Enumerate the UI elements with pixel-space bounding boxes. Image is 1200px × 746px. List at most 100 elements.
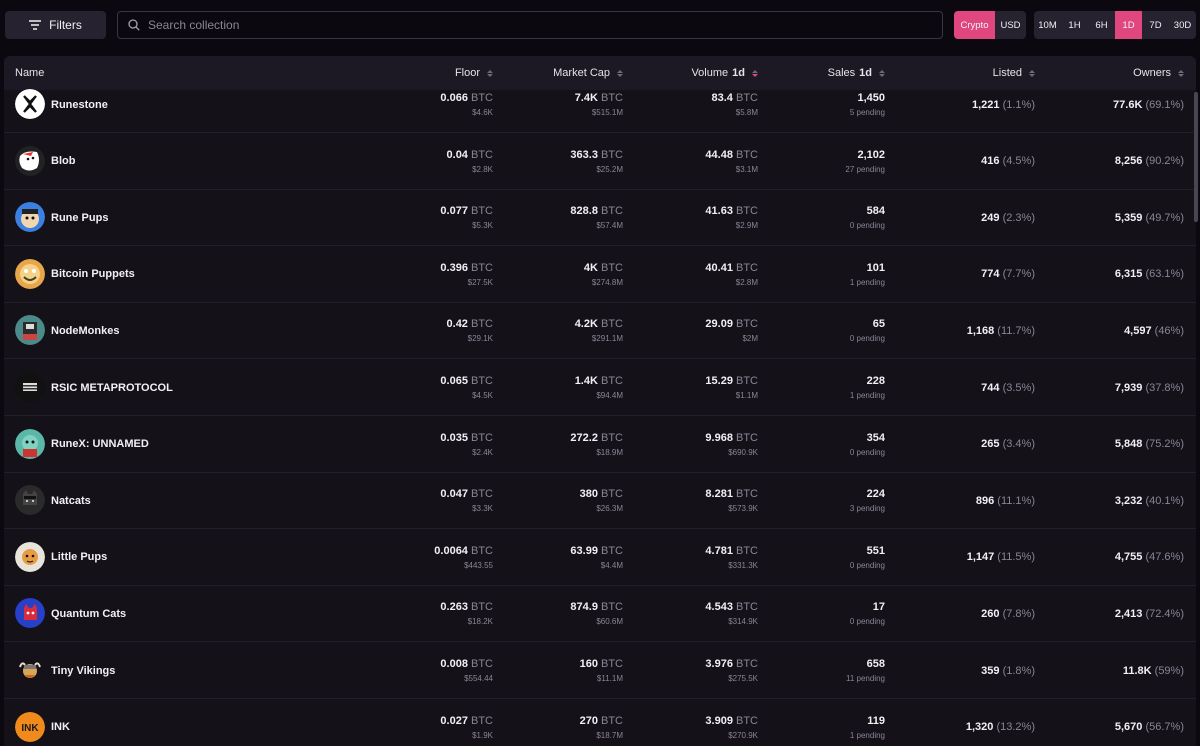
table-row[interactable]: Quantum Cats 0.263 BTC $18.2K 874.9 BTC $60.… — [4, 585, 1196, 643]
time-range-toggle: 10M 1H 6H 1D 7D 30D — [1034, 11, 1196, 39]
floor-usd: $4.6K — [472, 108, 493, 117]
volume-unit: BTC — [736, 375, 758, 387]
market-cap-unit: BTC — [601, 544, 623, 557]
listed-percent: (1.8%) — [1002, 664, 1035, 677]
volume-cell: 4.781 BTC $331.3K — [705, 529, 758, 586]
table-row[interactable]: NodeMonkes 0.42 BTC $29.1K 4.2K BTC $291.1M 2… — [4, 302, 1196, 360]
pending-count: 0 pending — [849, 221, 885, 231]
table-row[interactable]: Natcats 0.047 BTC $3.3K 380 BTC $26.3M 8.281 … — [4, 472, 1196, 530]
collection-name[interactable]: Tiny Vikings — [51, 642, 115, 699]
table-row[interactable]: Runestone 0.066 BTC $4.6K 7.4K BTC $515.1M 83… — [4, 76, 1196, 133]
table-row[interactable]: RuneX: UNNAMED 0.035 BTC $2.4K 272.2 BTC $18… — [4, 416, 1196, 473]
volume-cell: 3.909 BTC $270.9K — [705, 699, 758, 746]
volume-cell: 9.968 BTC $690.9K — [705, 416, 758, 473]
collection-name[interactable]: Bitcoin Puppets — [51, 246, 135, 303]
floor-usd: $27.5K — [467, 277, 493, 287]
volume-usd: $275.5K — [728, 674, 758, 683]
market-cap-cell: 272.2 BTC $18.9M — [570, 416, 623, 473]
listed-value: 896 — [975, 494, 995, 507]
collection-name[interactable]: NodeMonkes — [51, 302, 119, 359]
floor-usd: $5.3K — [472, 221, 493, 231]
collection-name[interactable]: RuneX: UNNAMED — [51, 416, 149, 473]
floor-cell: 0.42 BTC $29.1K — [447, 302, 493, 359]
currency-option-crypto[interactable]: Crypto — [954, 11, 995, 39]
volume-unit: BTC — [736, 205, 758, 218]
floor-usd: $2.4K — [472, 447, 493, 457]
time-option-10m[interactable]: 10M — [1034, 11, 1061, 39]
table-row[interactable]: Rune Pups 0.077 BTC $5.3K 828.8 BTC $57.4M 41… — [4, 189, 1196, 247]
pending-count: 1 pending — [849, 277, 885, 287]
currency-option-usd[interactable]: USD — [995, 11, 1026, 39]
listed-cell: 1,168 (11.7%) — [967, 302, 1035, 359]
time-option-1h[interactable]: 1H — [1061, 11, 1088, 39]
table-row[interactable]: INK INK 0.027 BTC $1.9K 270 BTC $18.7M 3.909 B… — [4, 699, 1196, 746]
listed-value: 1,147 — [966, 551, 995, 564]
time-option-1d[interactable]: 1D — [1115, 11, 1142, 39]
floor-unit: BTC — [471, 148, 493, 161]
collection-name[interactable]: Natcats — [51, 472, 91, 529]
table-row[interactable]: Blob 0.04 BTC $2.8K 363.3 BTC $25.2M 44.48 BT… — [4, 133, 1196, 190]
floor-cell: 0.263 BTC $18.2K — [440, 585, 493, 642]
owners-value: 77.6K — [1113, 98, 1143, 111]
market-cap-cell: 363.3 BTC $25.2M — [570, 133, 623, 190]
market-cap-unit: BTC — [601, 714, 623, 727]
filters-button[interactable]: Filters — [5, 11, 106, 39]
market-cap-cell: 828.8 BTC $57.4M — [570, 189, 623, 246]
search-box[interactable] — [117, 11, 943, 39]
listed-value: 260 — [981, 607, 1000, 620]
sales-cell: 1,450 5 pending — [850, 76, 885, 133]
collection-name[interactable]: Little Pups — [51, 529, 107, 586]
volume-cell: 4.543 BTC $314.9K — [705, 585, 758, 642]
floor-value: 0.047 — [440, 488, 468, 501]
table-row[interactable]: Tiny Vikings 0.008 BTC $554.44 160 BTC $11.1… — [4, 642, 1196, 699]
owners-value: 3,232 — [1114, 494, 1143, 507]
floor-cell: 0.027 BTC $1.9K — [440, 699, 493, 746]
sales-value: 224 — [866, 488, 885, 501]
volume-value: 8.281 — [705, 488, 733, 501]
listed-value: 1,221 — [972, 98, 1000, 111]
collection-name[interactable]: Runestone — [51, 76, 108, 133]
volume-unit: BTC — [736, 601, 758, 614]
listed-cell: 774 (7.7%) — [981, 246, 1035, 303]
owners-value: 4,597 — [1124, 324, 1152, 337]
market-cap-usd: $274.8M — [591, 277, 623, 287]
volume-cell: 40.41 BTC $2.8M — [705, 246, 758, 303]
volume-cell: 29.09 BTC $2M — [705, 302, 758, 359]
time-option-7d[interactable]: 7D — [1142, 11, 1169, 39]
collection-name[interactable]: Quantum Cats — [51, 585, 126, 642]
volume-unit: BTC — [736, 148, 758, 161]
owners-percent: (75.2%) — [1145, 438, 1184, 451]
floor-usd: $29.1K — [467, 334, 493, 344]
time-option-6h[interactable]: 6H — [1088, 11, 1115, 39]
owners-percent: (47.6%) — [1145, 551, 1184, 564]
volume-value: 83.4 — [711, 92, 733, 104]
market-cap-usd: $4.4M — [600, 560, 623, 570]
market-cap-value: 1.4K — [574, 375, 598, 387]
market-cap-value: 160 — [579, 658, 598, 670]
pending-count: 0 pending — [849, 334, 885, 344]
floor-value: 0.065 — [440, 375, 468, 387]
currency-toggle: Crypto USD — [954, 11, 1026, 39]
scrollbar[interactable] — [1194, 92, 1198, 222]
sales-value: 1,450 — [857, 92, 885, 104]
search-input[interactable] — [148, 18, 928, 32]
listed-cell: 1,320 (13.2%) — [966, 699, 1035, 746]
collection-name[interactable]: Blob — [51, 133, 75, 190]
listed-value: 1,320 — [965, 721, 994, 734]
table-row[interactable]: RSIC METAPROTOCOL 0.065 BTC $4.5K 1.4K BTC $… — [4, 359, 1196, 416]
collection-name[interactable]: INK — [51, 699, 70, 746]
table-row[interactable]: Little Pups 0.0064 BTC $443.55 63.99 BTC $4.… — [4, 529, 1196, 586]
collection-name[interactable]: Rune Pups — [51, 189, 108, 246]
market-cap-unit: BTC — [601, 205, 623, 218]
floor-value: 0.263 — [440, 601, 468, 614]
floor-cell: 0.077 BTC $5.3K — [440, 189, 493, 246]
owners-percent: (72.4%) — [1145, 607, 1184, 620]
time-option-30d[interactable]: 30D — [1169, 11, 1196, 39]
owners-cell: 7,939 (37.8%) — [1115, 359, 1184, 416]
volume-cell: 83.4 BTC $5.8M — [712, 76, 758, 133]
collection-name[interactable]: RSIC METAPROTOCOL — [51, 359, 173, 416]
listed-cell: 1,147 (11.5%) — [967, 529, 1035, 586]
volume-value: 3.909 — [705, 714, 733, 727]
volume-unit: BTC — [736, 544, 758, 557]
table-row[interactable]: Bitcoin Puppets 0.396 BTC $27.5K 4K BTC $274… — [4, 246, 1196, 303]
